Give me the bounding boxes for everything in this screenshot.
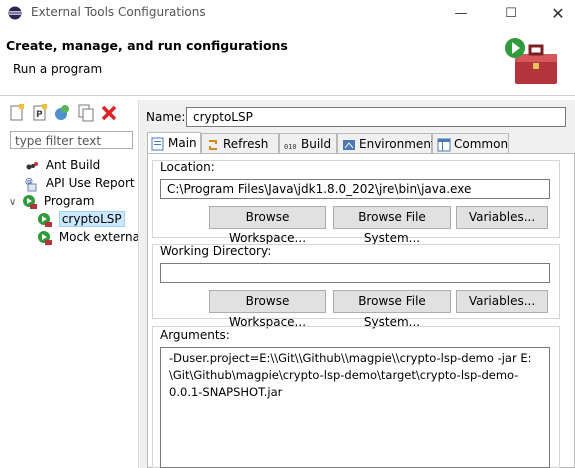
tree-item-cryptolsp[interactable]: cryptoLSP [37, 210, 125, 228]
workdir-browse-workspace-button[interactable]: Browse Workspace... [209, 290, 326, 329]
tree-item-ant-build[interactable]: Ant Build [24, 156, 100, 174]
tree-item-label: cryptoLSP [58, 211, 125, 227]
toolbox-icon [505, 38, 557, 84]
refresh-icon [209, 139, 217, 150]
location-browse-file-system-button[interactable]: Browse File System... [333, 206, 451, 245]
filter-input[interactable]: type filter text [10, 131, 133, 149]
run-program-icon [38, 230, 52, 245]
page-title: Create, manage, and run configurations [6, 38, 288, 53]
location-variables-button[interactable]: Variables... [456, 206, 548, 229]
tab-label: Environment [359, 137, 436, 151]
tab-refresh[interactable]: Refresh [201, 133, 279, 153]
expand-chevron-icon[interactable]: ∨ [9, 194, 22, 212]
minimize-button[interactable]: — [438, 0, 484, 27]
common-icon [437, 138, 451, 151]
tab-label: Main [168, 136, 197, 150]
tab-label: Build [301, 137, 332, 151]
tab-environment[interactable]: Environment [337, 133, 436, 153]
new-configuration-icon[interactable] [8, 104, 26, 122]
arguments-line: 0.0.1-SNAPSHOT.jar [169, 385, 283, 399]
new-prototype-icon[interactable]: P [31, 104, 49, 122]
main-tab-icon [151, 137, 164, 150]
tab-main[interactable]: Main [147, 132, 201, 154]
tab-common[interactable]: Common [432, 133, 509, 153]
arguments-label: Arguments: [160, 328, 230, 342]
tree-item-label: Program [43, 194, 95, 208]
workdir-variables-button[interactable]: Variables... [456, 290, 548, 313]
tree-item-label: Ant Build [45, 158, 101, 172]
tree-item-label: Mock external [58, 230, 144, 244]
delete-configuration-icon[interactable] [100, 104, 118, 122]
close-button[interactable]: ✕ [535, 0, 575, 27]
page-subtitle: Run a program [13, 62, 103, 76]
export-configuration-icon[interactable] [53, 104, 71, 122]
tab-build[interactable]: 010 Build [279, 133, 337, 153]
tab-label: Refresh [223, 137, 269, 151]
duplicate-configuration-icon[interactable] [77, 104, 95, 122]
tree-item-api-use-report[interactable]: @ API Use Report [24, 174, 135, 192]
maximize-button[interactable]: ☐ [488, 0, 534, 27]
tree-item-program[interactable]: ∨ Program [9, 192, 94, 210]
build-icon: 010 [284, 143, 297, 151]
window-title: External Tools Configurations [31, 5, 206, 19]
tree-item-label: API Use Report [45, 176, 135, 190]
eclipse-icon [8, 6, 22, 20]
svg-text:010: 010 [284, 143, 297, 151]
working-directory-label: Working Directory: [160, 244, 272, 258]
location-label: Location: [160, 160, 215, 174]
tab-label: Common [454, 137, 509, 151]
name-label: Name: [146, 110, 186, 124]
workdir-browse-file-system-button[interactable]: Browse File System... [333, 290, 451, 329]
working-directory-field[interactable] [160, 263, 550, 283]
arguments-line: -Duser.project=E:\\Git\\Github\\magpie\\… [169, 351, 532, 365]
api-report-icon: @ [25, 177, 37, 191]
location-browse-workspace-button[interactable]: Browse Workspace... [209, 206, 326, 245]
tree-item-mock-external[interactable]: Mock external [37, 228, 143, 246]
arguments-field[interactable]: -Duser.project=E:\\Git\\Github\\magpie\\… [160, 347, 550, 468]
run-program-icon [38, 212, 52, 227]
environment-icon [343, 139, 355, 150]
arguments-line: \Git\Github\magpie\crypto-lsp-demo\targe… [169, 368, 519, 382]
header-separator [0, 95, 575, 96]
location-field[interactable]: C:\Program Files\Java\jdk1.8.0_202\jre\b… [160, 179, 550, 199]
ant-icon [26, 161, 38, 169]
program-icon [23, 194, 37, 209]
name-field[interactable]: cryptoLSP [186, 107, 566, 127]
svg-text:P: P [36, 110, 43, 120]
